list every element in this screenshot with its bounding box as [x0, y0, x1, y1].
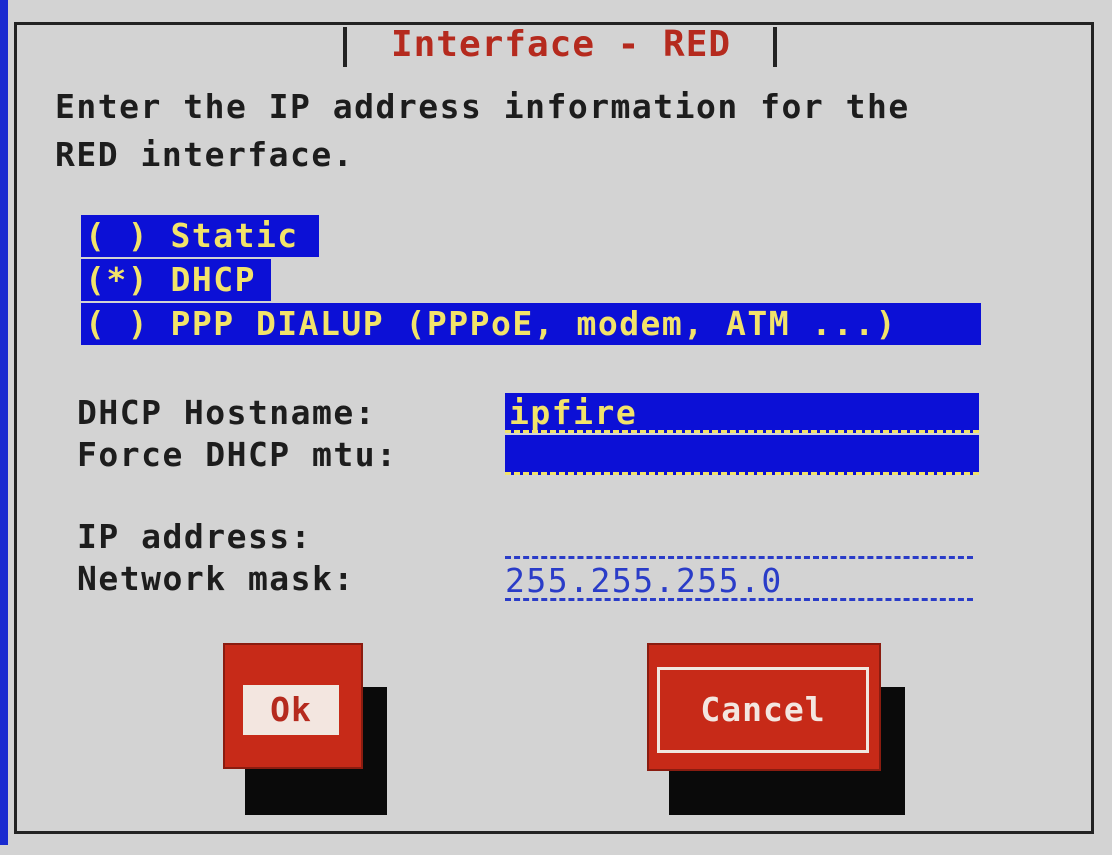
title-divider-left — [343, 27, 347, 67]
title-divider-right — [773, 27, 777, 67]
dialog-title: Interface - RED — [390, 24, 732, 65]
ok-button-label: Ok — [243, 685, 339, 735]
cancel-button-label: Cancel — [657, 667, 869, 753]
cancel-button[interactable]: Cancel — [647, 643, 881, 771]
network-mask-label: Network mask: — [77, 559, 355, 598]
prompt-line-2: RED interface. — [55, 135, 355, 174]
dhcp-hostname-field[interactable]: ipfire — [505, 393, 979, 433]
ip-address-label: IP address: — [77, 517, 313, 556]
screen: Interface - RED Enter the IP address inf… — [0, 0, 1112, 855]
ip-address-field[interactable] — [505, 519, 973, 559]
force-dhcp-mtu-field[interactable] — [505, 435, 979, 475]
radio-static[interactable]: ( ) Static — [81, 215, 319, 257]
prompt-line-1: Enter the IP address information for the — [55, 87, 910, 126]
left-edge — [0, 0, 8, 855]
dhcp-hostname-label: DHCP Hostname: — [77, 393, 377, 432]
radio-ppp-dialup[interactable]: ( ) PPP DIALUP (PPPoE, modem, ATM ...) — [81, 303, 981, 345]
force-dhcp-mtu-label: Force DHCP mtu: — [77, 435, 398, 474]
interface-red-dialog: Interface - RED Enter the IP address inf… — [14, 22, 1094, 834]
radio-dhcp[interactable]: (*) DHCP — [81, 259, 271, 301]
ok-button[interactable]: Ok — [223, 643, 363, 769]
bottom-edge — [0, 845, 1112, 855]
network-mask-field[interactable]: 255.255.255.0 — [505, 561, 973, 601]
